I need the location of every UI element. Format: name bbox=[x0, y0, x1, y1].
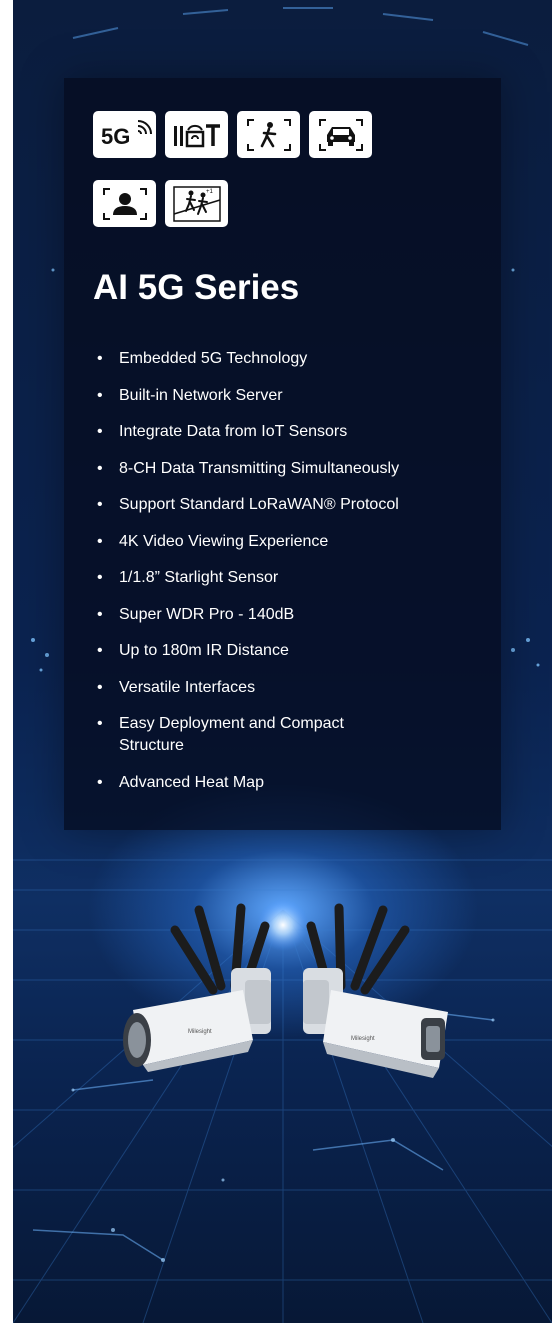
feature-item: Embedded 5G Technology bbox=[95, 348, 485, 370]
features-panel: 5G +1 AI 5G Series • Embedded 5G Technol… bbox=[64, 78, 501, 830]
product-banner: 5G +1 AI 5G Series • Embedded 5G Technol… bbox=[13, 0, 552, 1323]
svg-text:Milesight: Milesight bbox=[188, 1029, 212, 1035]
feature-icon-row-bottom: +1 bbox=[93, 180, 228, 227]
feature-item: Integrate Data from IoT Sensors bbox=[95, 421, 485, 443]
feature-item: Built-in Network Server bbox=[95, 385, 485, 407]
feature-list: Embedded 5G Technology Built-in Network … bbox=[95, 348, 485, 808]
people-counting-icon: +1 bbox=[165, 180, 228, 227]
feature-item: Easy Deployment and Compact Structure bbox=[95, 713, 409, 757]
feature-item: Super WDR Pro - 140dB bbox=[95, 604, 485, 626]
feature-icon-row-top: 5G bbox=[93, 111, 372, 158]
camera-illustration: Milesight Milesight bbox=[123, 903, 448, 1078]
feature-item: Versatile Interfaces bbox=[95, 677, 485, 699]
svg-text:5G: 5G bbox=[101, 124, 130, 149]
series-title: AI 5G Series bbox=[93, 268, 300, 307]
feature-item: Support Standard LoRaWAN® Protocol bbox=[95, 494, 485, 516]
svg-text:Milesight: Milesight bbox=[351, 1036, 375, 1042]
feature-item: Up to 180m IR Distance bbox=[95, 640, 485, 662]
vehicle-detection-icon bbox=[309, 111, 372, 158]
lorawan-iot-icon bbox=[165, 111, 228, 158]
feature-item: 4K Video Viewing Experience bbox=[95, 531, 485, 553]
feature-item: Advanced Heat Map bbox=[95, 772, 485, 794]
svg-text:+1: +1 bbox=[206, 189, 214, 195]
5g-icon: 5G bbox=[93, 111, 156, 158]
right-camera: Milesight bbox=[303, 903, 448, 1078]
face-detection-icon bbox=[93, 180, 156, 227]
feature-item: 1/1.8” Starlight Sensor bbox=[95, 567, 485, 589]
person-detection-icon bbox=[237, 111, 300, 158]
left-camera: Milesight bbox=[123, 903, 271, 1072]
feature-item: 8-CH Data Transmitting Simultaneously bbox=[95, 458, 485, 480]
